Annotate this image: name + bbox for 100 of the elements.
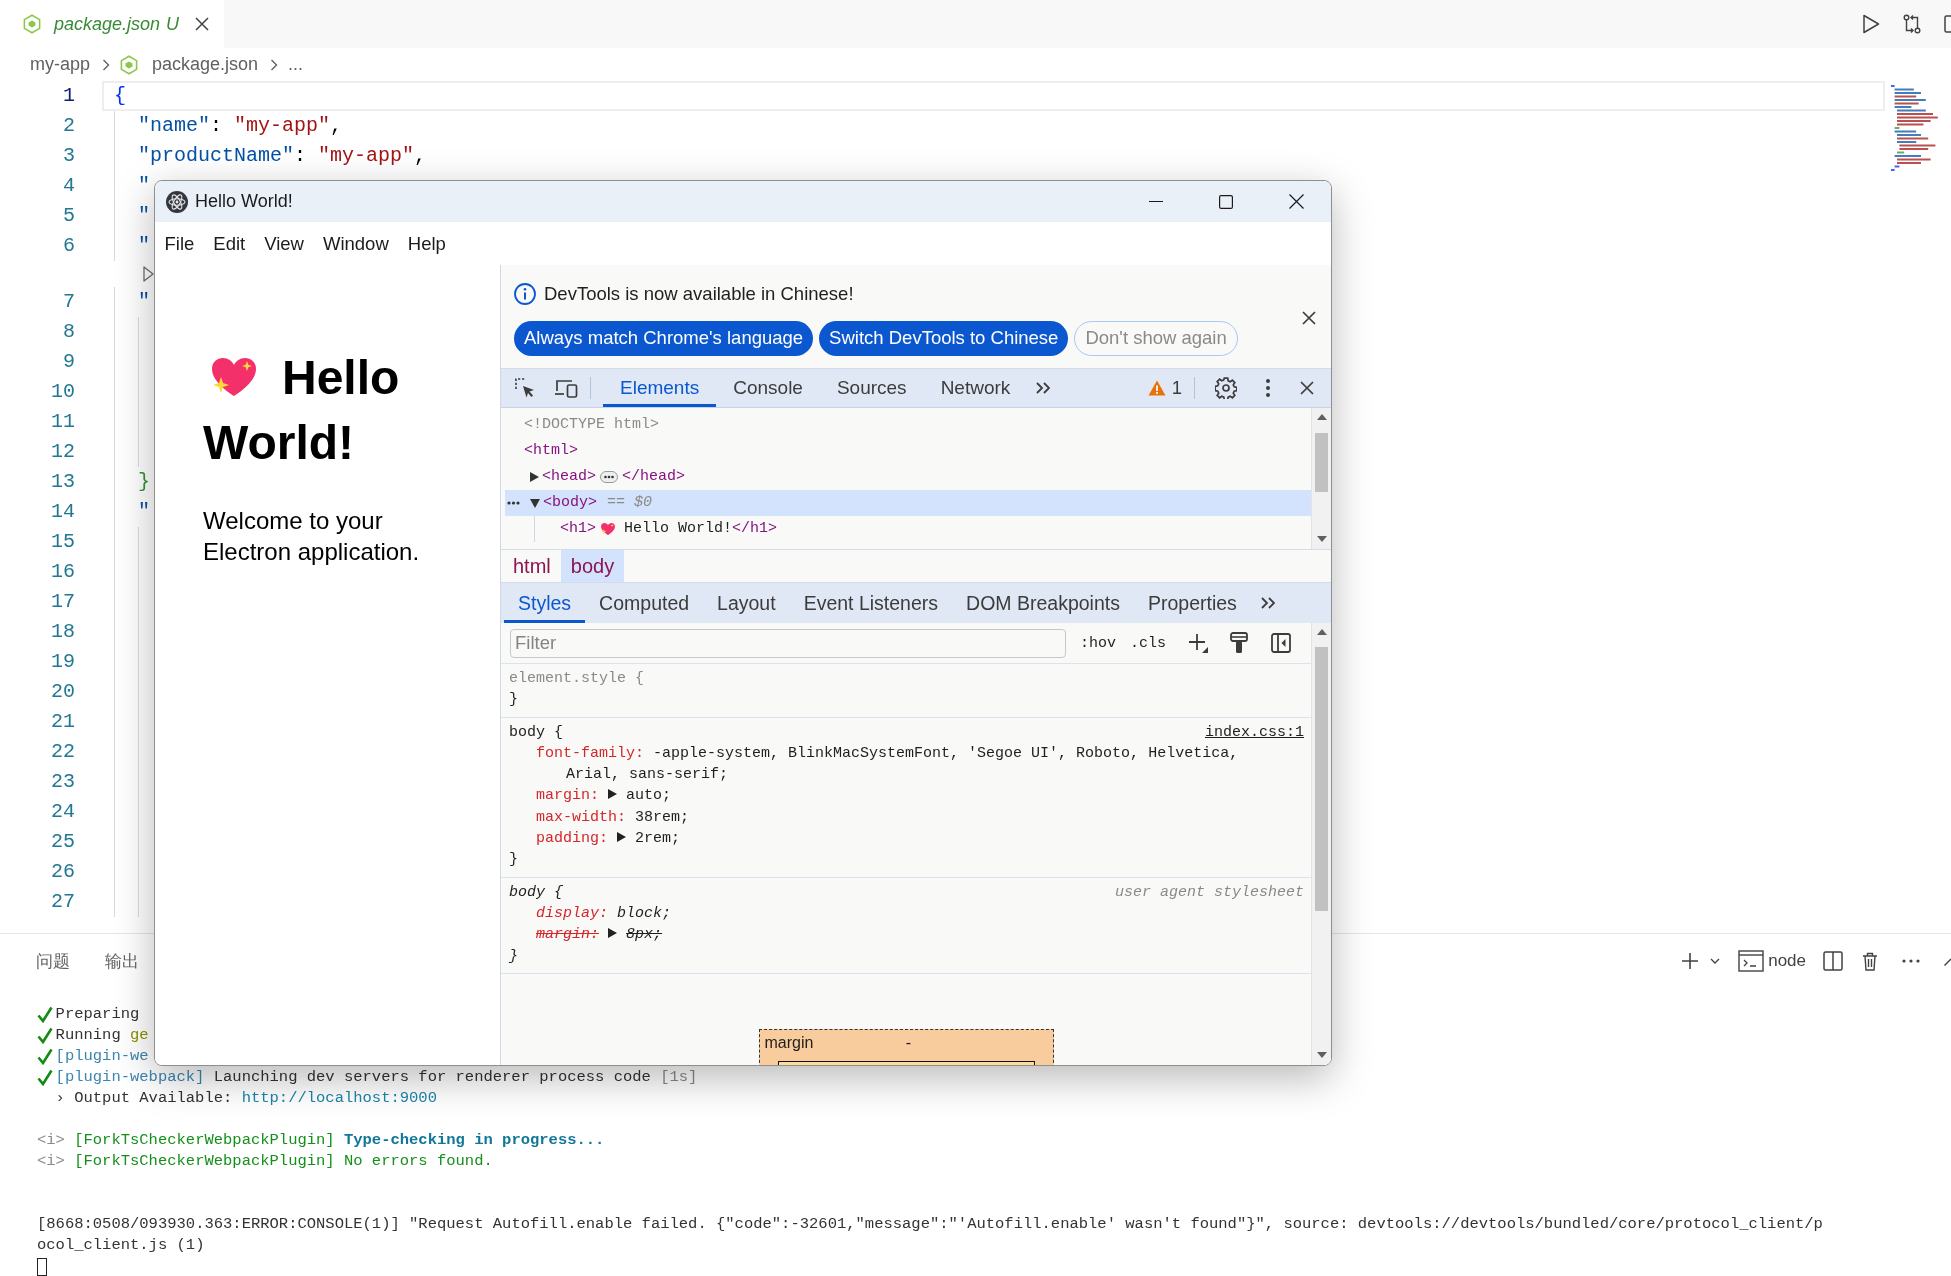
sidebar-toggle-icon[interactable]	[1271, 633, 1292, 653]
filter-field[interactable]: Filter	[510, 628, 1066, 658]
split-editor-icon[interactable]	[1944, 14, 1951, 34]
css-declaration[interactable]: max-width: 38rem;	[536, 806, 690, 829]
close-icon[interactable]	[1300, 381, 1314, 395]
node-text: Hello World!	[624, 519, 733, 539]
more-tabs-icon[interactable]	[1260, 597, 1275, 609]
devtools-tab[interactable]: Network	[923, 369, 1028, 407]
box-model-border[interactable]	[777, 1060, 1035, 1065]
styles-tab[interactable]: Properties	[1133, 583, 1251, 623]
css-value[interactable]: 8px;	[626, 926, 663, 944]
menu-item[interactable]: Help	[398, 232, 456, 255]
menu-item[interactable]: View	[254, 232, 314, 255]
dom-node-row[interactable]: <h1> Hello World!</h1>	[505, 516, 1311, 542]
trash-icon[interactable]	[1862, 951, 1878, 971]
css-property[interactable]: padding:	[536, 830, 608, 848]
expand-triangle-icon[interactable]	[608, 789, 618, 800]
css-property[interactable]: margin:	[536, 787, 599, 805]
plus-icon[interactable]	[1681, 952, 1700, 970]
box-model-margin[interactable]: margin -	[758, 1028, 1054, 1065]
toggle-button[interactable]: .cls	[1130, 634, 1167, 652]
scroll-up-icon[interactable]	[1316, 629, 1327, 635]
expand-triangle-icon[interactable]	[608, 928, 618, 939]
line-number: 23	[51, 770, 75, 793]
terminal-line: <i> [ForkTsCheckerWebpackPlugin] Type-checking in progress...	[37, 1130, 605, 1151]
panel-tab[interactable]: 输出	[105, 946, 139, 976]
issues-button[interactable]: 1	[1147, 377, 1182, 399]
notice-button[interactable]: Always match Chrome's language	[514, 320, 814, 356]
more-options-icon[interactable]	[1266, 379, 1270, 397]
scrollbar[interactable]	[1311, 623, 1331, 1065]
toggle-button[interactable]: :hov	[1080, 634, 1116, 652]
compare-changes-icon[interactable]	[1902, 14, 1922, 34]
scrollbar[interactable]	[1311, 408, 1331, 549]
code-line: "	[138, 174, 150, 197]
styles-tab[interactable]: DOM Breakpoints	[952, 583, 1134, 623]
dom-node-row[interactable]: <head> </head>	[505, 464, 1311, 490]
devtools-tab[interactable]: Console	[716, 369, 820, 407]
code-line: {	[114, 84, 126, 107]
dom-node-row[interactable]: <body> == $0	[505, 490, 1311, 516]
stylesheet-link[interactable]: index.css:1	[1204, 721, 1304, 743]
breadcrumb-item[interactable]: my-app	[30, 54, 91, 75]
run-icon[interactable]	[1862, 14, 1880, 34]
css-value[interactable]: 2rem;	[635, 830, 681, 848]
terminal-link[interactable]: http://localhost:9000	[241, 1089, 437, 1107]
notice-button[interactable]: Switch DevTools to Chinese	[819, 320, 1069, 356]
chevron-up-icon[interactable]	[1944, 956, 1951, 966]
styles-tab[interactable]: Layout	[703, 583, 790, 623]
breadcrumb-item[interactable]: ...	[288, 54, 304, 75]
html-tag: <body>	[543, 490, 597, 516]
scrollbar-thumb[interactable]	[1315, 433, 1328, 492]
panel-tab[interactable]: 问题	[36, 946, 70, 976]
scrollbar-thumb[interactable]	[1315, 647, 1328, 911]
line-number: 27	[51, 890, 75, 913]
line-number: 11	[51, 410, 75, 433]
styles-tab[interactable]: Event Listeners	[789, 583, 953, 623]
more-tabs-icon[interactable]	[1036, 382, 1051, 394]
devices-icon[interactable]	[554, 378, 578, 398]
more-icon[interactable]	[1902, 959, 1920, 963]
expanded-triangle-icon[interactable]	[530, 498, 540, 508]
box-model-value[interactable]: -	[905, 1033, 912, 1052]
dom-breadcrumb[interactable]: body	[560, 550, 625, 582]
css-value[interactable]: auto;	[626, 787, 672, 805]
settings-icon[interactable]	[1215, 377, 1237, 399]
breadcrumb-item[interactable]: package.json	[152, 54, 259, 75]
brush-icon[interactable]	[1230, 632, 1249, 654]
scroll-down-icon[interactable]	[1316, 536, 1327, 542]
chevron-down-icon[interactable]	[1710, 958, 1721, 964]
menu-item[interactable]: Edit	[203, 232, 255, 255]
css-declaration[interactable]: display: block;	[536, 902, 672, 925]
html-tag: </head>	[622, 464, 686, 490]
editor-tab[interactable]: package.json U	[0, 0, 224, 48]
terminal-name[interactable]: node	[1768, 951, 1806, 971]
new-rule-icon[interactable]	[1188, 633, 1209, 653]
menu-item[interactable]: File	[155, 232, 204, 255]
code-line: "	[138, 204, 150, 227]
split-terminal-icon[interactable]	[1823, 951, 1843, 971]
css-property[interactable]: margin:	[536, 926, 599, 944]
css-declaration[interactable]: font-family: -apple-system, BlinkMacSystemFont, 'Segoe UI', Roboto, Helvetica, Arial, sans-serif;	[536, 742, 1249, 786]
check-icon	[37, 1006, 53, 1023]
scroll-up-icon[interactable]	[1316, 414, 1327, 420]
check-icon	[37, 1069, 53, 1086]
inspect-element-icon[interactable]	[514, 377, 536, 399]
devtools-tab[interactable]: Elements	[603, 369, 717, 407]
scroll-down-icon[interactable]	[1316, 1052, 1327, 1058]
expand-triangle-icon[interactable]	[617, 832, 627, 843]
info-icon	[514, 283, 536, 306]
ellipsis-badge-icon[interactable]	[600, 471, 618, 483]
line-number: 16	[51, 560, 75, 583]
styles-tab[interactable]: Computed	[585, 583, 704, 623]
close-icon[interactable]	[195, 17, 209, 31]
menu-item[interactable]: Window	[313, 232, 399, 255]
dom-node-row[interactable]: <html>	[505, 438, 1311, 464]
devtools-tab[interactable]: Sources	[819, 369, 924, 407]
close-icon[interactable]	[1302, 310, 1316, 325]
dom-breadcrumb[interactable]: html	[503, 550, 561, 582]
collapsed-triangle-icon[interactable]	[530, 472, 539, 482]
more-dots-icon[interactable]	[507, 501, 520, 505]
play-icon[interactable]	[143, 266, 154, 282]
sparkling-heart-icon	[209, 355, 259, 399]
styles-tab[interactable]: Styles	[504, 583, 586, 623]
